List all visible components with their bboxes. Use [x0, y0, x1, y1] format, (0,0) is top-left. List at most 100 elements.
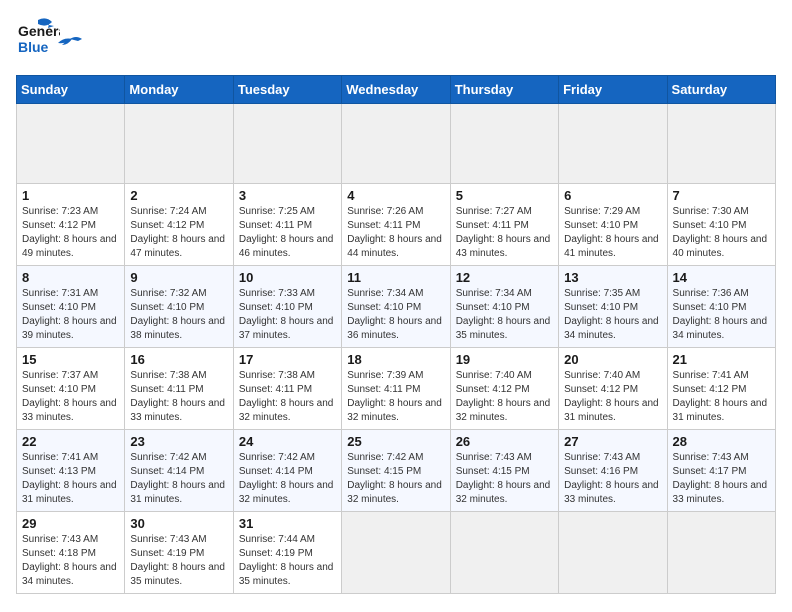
cell-info: Sunset: 4:15 PM [347, 465, 444, 479]
cell-info: Sunset: 4:10 PM [673, 219, 770, 233]
cell-info: Sunset: 4:11 PM [239, 383, 336, 397]
page-header: General Blue [16, 16, 776, 65]
calendar-cell: 3Sunrise: 7:25 AMSunset: 4:11 PMDaylight… [233, 184, 341, 266]
day-number: 16 [130, 352, 227, 367]
cell-info: Sunrise: 7:37 AM [22, 369, 119, 383]
cell-info: Sunset: 4:17 PM [673, 465, 770, 479]
cell-info: Sunrise: 7:29 AM [564, 205, 661, 219]
cell-info: Daylight: 8 hours and 43 minutes. [456, 233, 553, 261]
calendar-cell: 22Sunrise: 7:41 AMSunset: 4:13 PMDayligh… [17, 430, 125, 512]
cell-info: Daylight: 8 hours and 44 minutes. [347, 233, 444, 261]
day-number: 5 [456, 188, 553, 203]
calendar-cell: 19Sunrise: 7:40 AMSunset: 4:12 PMDayligh… [450, 348, 558, 430]
cell-info: Sunset: 4:11 PM [456, 219, 553, 233]
day-number: 13 [564, 270, 661, 285]
cell-info: Sunset: 4:10 PM [564, 301, 661, 315]
cell-info: Sunrise: 7:38 AM [130, 369, 227, 383]
cell-info: Sunrise: 7:35 AM [564, 287, 661, 301]
cell-info: Daylight: 8 hours and 46 minutes. [239, 233, 336, 261]
cell-info: Sunrise: 7:40 AM [456, 369, 553, 383]
cell-info: Sunrise: 7:42 AM [239, 451, 336, 465]
col-header-wednesday: Wednesday [342, 76, 450, 104]
calendar-cell: 23Sunrise: 7:42 AMSunset: 4:14 PMDayligh… [125, 430, 233, 512]
cell-info: Sunset: 4:10 PM [239, 301, 336, 315]
cell-info: Daylight: 8 hours and 38 minutes. [130, 315, 227, 343]
cell-info: Sunrise: 7:36 AM [673, 287, 770, 301]
calendar-cell: 29Sunrise: 7:43 AMSunset: 4:18 PMDayligh… [17, 512, 125, 594]
cell-info: Sunrise: 7:43 AM [22, 533, 119, 547]
calendar-cell: 1Sunrise: 7:23 AMSunset: 4:12 PMDaylight… [17, 184, 125, 266]
cell-info: Sunrise: 7:31 AM [22, 287, 119, 301]
day-number: 11 [347, 270, 444, 285]
cell-info: Sunrise: 7:33 AM [239, 287, 336, 301]
cell-info: Sunset: 4:14 PM [130, 465, 227, 479]
calendar-cell: 17Sunrise: 7:38 AMSunset: 4:11 PMDayligh… [233, 348, 341, 430]
day-number: 6 [564, 188, 661, 203]
cell-info: Sunset: 4:12 PM [564, 383, 661, 397]
cell-info: Daylight: 8 hours and 32 minutes. [456, 479, 553, 507]
day-number: 21 [673, 352, 770, 367]
cell-info: Sunset: 4:10 PM [673, 301, 770, 315]
cell-info: Sunset: 4:10 PM [22, 301, 119, 315]
day-number: 12 [456, 270, 553, 285]
day-number: 30 [130, 516, 227, 531]
cell-info: Daylight: 8 hours and 32 minutes. [456, 397, 553, 425]
col-header-sunday: Sunday [17, 76, 125, 104]
cell-info: Daylight: 8 hours and 33 minutes. [130, 397, 227, 425]
cell-info: Sunset: 4:12 PM [22, 219, 119, 233]
day-number: 26 [456, 434, 553, 449]
day-number: 20 [564, 352, 661, 367]
cell-info: Sunrise: 7:30 AM [673, 205, 770, 219]
cell-info: Daylight: 8 hours and 31 minutes. [130, 479, 227, 507]
cell-info: Daylight: 8 hours and 31 minutes. [564, 397, 661, 425]
cell-info: Sunset: 4:19 PM [239, 547, 336, 561]
calendar-cell: 31Sunrise: 7:44 AMSunset: 4:19 PMDayligh… [233, 512, 341, 594]
cell-info: Sunset: 4:12 PM [673, 383, 770, 397]
calendar-cell [667, 104, 775, 184]
cell-info: Sunrise: 7:43 AM [130, 533, 227, 547]
cell-info: Daylight: 8 hours and 35 minutes. [456, 315, 553, 343]
cell-info: Daylight: 8 hours and 32 minutes. [347, 479, 444, 507]
col-header-monday: Monday [125, 76, 233, 104]
day-number: 8 [22, 270, 119, 285]
calendar-cell [342, 512, 450, 594]
calendar-table: SundayMondayTuesdayWednesdayThursdayFrid… [16, 75, 776, 594]
cell-info: Daylight: 8 hours and 33 minutes. [673, 479, 770, 507]
cell-info: Daylight: 8 hours and 33 minutes. [564, 479, 661, 507]
cell-info: Daylight: 8 hours and 39 minutes. [22, 315, 119, 343]
cell-info: Sunset: 4:12 PM [130, 219, 227, 233]
cell-info: Daylight: 8 hours and 35 minutes. [130, 561, 227, 589]
calendar-cell: 20Sunrise: 7:40 AMSunset: 4:12 PMDayligh… [559, 348, 667, 430]
day-number: 19 [456, 352, 553, 367]
day-number: 3 [239, 188, 336, 203]
cell-info: Daylight: 8 hours and 34 minutes. [564, 315, 661, 343]
cell-info: Sunset: 4:13 PM [22, 465, 119, 479]
cell-info: Sunrise: 7:34 AM [456, 287, 553, 301]
cell-info: Daylight: 8 hours and 40 minutes. [673, 233, 770, 261]
day-number: 25 [347, 434, 444, 449]
calendar-cell [667, 512, 775, 594]
cell-info: Daylight: 8 hours and 32 minutes. [347, 397, 444, 425]
cell-info: Sunrise: 7:41 AM [673, 369, 770, 383]
cell-info: Sunset: 4:11 PM [239, 219, 336, 233]
day-number: 7 [673, 188, 770, 203]
cell-info: Sunset: 4:11 PM [347, 219, 444, 233]
calendar-cell [559, 104, 667, 184]
day-number: 29 [22, 516, 119, 531]
day-number: 24 [239, 434, 336, 449]
cell-info: Daylight: 8 hours and 32 minutes. [239, 479, 336, 507]
calendar-cell: 5Sunrise: 7:27 AMSunset: 4:11 PMDaylight… [450, 184, 558, 266]
cell-info: Daylight: 8 hours and 31 minutes. [22, 479, 119, 507]
cell-info: Sunset: 4:10 PM [456, 301, 553, 315]
logo: General Blue [16, 16, 82, 65]
cell-info: Daylight: 8 hours and 33 minutes. [22, 397, 119, 425]
cell-info: Sunrise: 7:23 AM [22, 205, 119, 219]
day-number: 14 [673, 270, 770, 285]
cell-info: Sunrise: 7:38 AM [239, 369, 336, 383]
calendar-week-0 [17, 104, 776, 184]
calendar-cell: 6Sunrise: 7:29 AMSunset: 4:10 PMDaylight… [559, 184, 667, 266]
cell-info: Sunrise: 7:42 AM [347, 451, 444, 465]
col-header-thursday: Thursday [450, 76, 558, 104]
calendar-cell: 11Sunrise: 7:34 AMSunset: 4:10 PMDayligh… [342, 266, 450, 348]
calendar-cell: 7 Sunrise: 7:30 AMSunset: 4:10 PMDaylight… [667, 184, 775, 266]
